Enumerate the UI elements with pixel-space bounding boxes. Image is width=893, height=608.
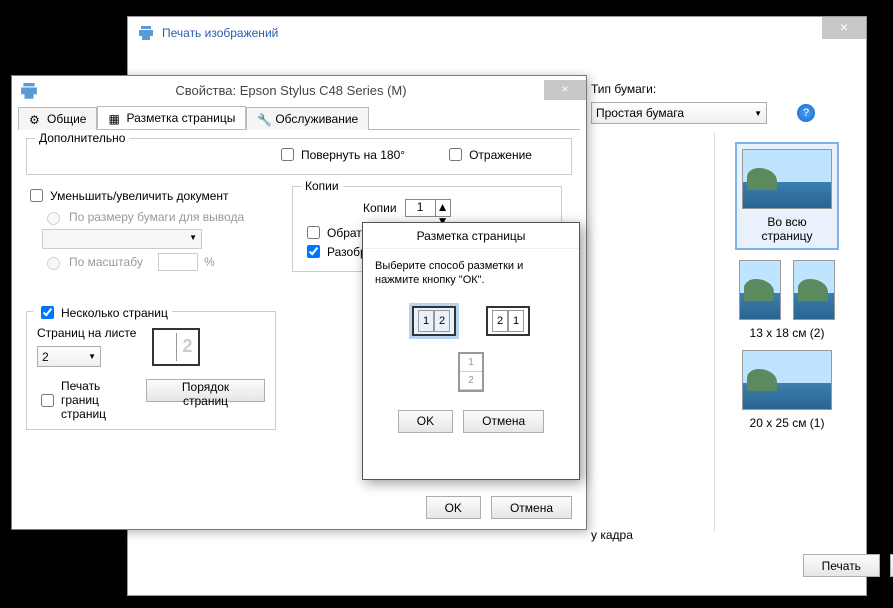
titlebar[interactable]: Свойства: Epson Stylus C48 Series (M) × — [12, 76, 586, 104]
tabstrip: ⚙ Общие ▦ Разметка страницы 🔧 Обслуживан… — [18, 106, 580, 130]
tab-general[interactable]: ⚙ Общие — [18, 107, 97, 130]
dialog-title[interactable]: Разметка страницы — [363, 223, 579, 249]
thumbnail-image — [742, 350, 832, 410]
layout-option-21[interactable]: 21 — [486, 306, 530, 336]
print-button[interactable]: Печать — [803, 554, 880, 577]
layout-thumbnail-list[interactable]: Во всю страницу 13 x 18 см (2) 20 x 25 с… — [714, 132, 859, 532]
tab-page-layout[interactable]: ▦ Разметка страницы — [97, 106, 246, 129]
layout-option-vertical[interactable]: 12 — [458, 352, 484, 392]
print-borders-checkbox[interactable]: Печать границ страниц — [37, 379, 130, 421]
cancel-button[interactable]: Отмена — [463, 410, 544, 433]
fit-output-radio: По размеру бумаги для вывода — [42, 209, 276, 225]
layout-thumb-full[interactable]: Во всю страницу — [735, 142, 839, 250]
rotate-checkbox[interactable]: Повернуть на 180° — [277, 145, 405, 164]
ok-button[interactable]: OK — [398, 410, 453, 433]
pages-layout-icon — [152, 328, 200, 366]
multipage-checkbox[interactable]: Несколько страниц — [33, 303, 172, 322]
multipage-group: Несколько страниц Страниц на листе 2▼ Пе… — [26, 311, 276, 430]
paper-type-label: Тип бумаги: — [591, 82, 861, 96]
layout-option-12[interactable]: 12 — [412, 306, 456, 336]
close-button[interactable]: × — [544, 80, 586, 100]
scale-input — [158, 253, 198, 271]
pages-per-sheet-select[interactable]: 2▼ — [37, 346, 101, 367]
ok-button[interactable]: OK — [426, 496, 481, 519]
cancel-button[interactable]: Отмена — [491, 496, 572, 519]
pages-per-sheet-label: Страниц на листе — [37, 326, 136, 340]
layout-icon: ▦ — [108, 112, 122, 124]
mirror-checkbox[interactable]: Отражение — [445, 145, 532, 164]
close-button[interactable]: × — [822, 17, 866, 39]
printer-icon — [20, 83, 38, 97]
paper-type-select[interactable]: Простая бумага ▼ — [591, 102, 767, 124]
dialog-title: Печать изображений — [162, 26, 278, 40]
page-order-button[interactable]: Порядок страниц — [146, 379, 265, 402]
output-size-select: ▼ — [42, 229, 202, 249]
page-layout-picker-dialog: Разметка страницы Выберите способ размет… — [362, 222, 580, 480]
layout-thumb-13x18[interactable]: 13 x 18 см (2) — [735, 260, 839, 340]
by-scale-radio: По масштабу % — [42, 253, 276, 271]
wrench-icon: 🔧 — [257, 113, 271, 125]
printer-icon — [138, 26, 154, 40]
gear-icon: ⚙ — [29, 113, 43, 125]
dialog-title: Свойства: Epson Stylus C48 Series (M) — [38, 83, 544, 98]
tab-maintenance[interactable]: 🔧 Обслуживание — [246, 107, 369, 130]
copies-spinner[interactable]: 1 ▲▼ — [405, 199, 451, 217]
frame-label: у кадра — [591, 528, 633, 542]
titlebar: Печать изображений — [128, 17, 866, 49]
chevron-down-icon: ▼ — [754, 109, 762, 118]
layout-thumb-20x25[interactable]: 20 x 25 см (1) — [735, 350, 839, 430]
resize-doc-checkbox[interactable]: Уменьшить/увеличить документ — [26, 186, 229, 205]
instruction-text: Выберите способ разметки и нажмите кнопк… — [375, 259, 567, 288]
advanced-group: Дополнительно Повернуть на 180° Отражени… — [26, 138, 572, 175]
copies-label: Копии — [363, 201, 397, 215]
help-icon[interactable]: ? — [797, 104, 815, 122]
thumbnail-image — [742, 149, 832, 209]
